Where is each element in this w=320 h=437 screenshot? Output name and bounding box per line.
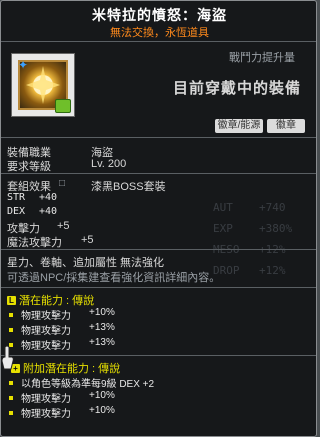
level-label: 要求等級	[7, 161, 51, 173]
bullet-icon	[9, 328, 13, 332]
bonus-potential-line-value: +10%	[89, 390, 115, 401]
potential-line-label: 物理攻擊力	[21, 311, 71, 322]
lock-icon: □	[59, 178, 66, 189]
bonus-potential-line: 物理攻擊力 +10%	[21, 405, 115, 420]
potential-line-label: 物理攻擊力	[21, 326, 71, 337]
header-divider	[1, 41, 316, 42]
potential-line-value: +13%	[89, 322, 115, 333]
stat-label: DEX	[7, 206, 26, 217]
bonus-potential-line-label: 物理攻擊力	[21, 409, 71, 420]
star-icon: ✦	[18, 58, 29, 72]
potential-line: 物理攻擊力 +10%	[21, 307, 115, 322]
background-stat-label: EXP	[213, 222, 233, 235]
attack-power-change-label: 戰鬥力提升量	[229, 52, 295, 64]
currently-equipped-title: 目前穿戴中的裝備	[172, 80, 301, 97]
potential-divider	[1, 287, 316, 288]
bullet-icon	[9, 396, 13, 400]
stat-value: +5	[57, 220, 70, 232]
stat-label: 魔法攻擊力	[7, 237, 62, 249]
info-divider	[1, 137, 316, 138]
item-tooltip: AUT +740 EXP +380% MESO +12% DROP +12% 米…	[0, 0, 317, 437]
potential-line: 物理攻擊力 +13%	[21, 322, 115, 337]
bonus-potential-title: + 附加潛在能力 : 傳說	[11, 360, 120, 376]
bonus-potential-line: 物理攻擊力 +10%	[21, 390, 115, 405]
bonus-potential-line-value: +10%	[89, 405, 115, 416]
notes-divider	[1, 249, 316, 250]
item-restriction: 無法交換，永恆道具	[110, 27, 209, 39]
item-name: 米特拉的憤怒：海盜	[92, 7, 227, 23]
enhance-info-note: 可透過NPC/採集建查看強化資訊詳細內容。	[7, 272, 221, 284]
background-stat-value: +380%	[259, 222, 293, 235]
stat-value: +40	[39, 192, 58, 203]
bonus-potential-title-text: 附加潛在能力 : 傳說	[23, 363, 121, 375]
set-effect-value: 漆黑BOSS套裝	[91, 181, 166, 193]
lock-badge-icon	[55, 99, 71, 113]
legendary-grade-icon: L	[7, 296, 16, 305]
potential-title: L 潛在能力 : 傳說	[7, 292, 94, 308]
set-divider	[1, 173, 316, 174]
potential-line: 物理攻擊力 +13%	[21, 337, 115, 352]
bullet-icon	[9, 313, 13, 317]
bonus-potential-line: 以角色等級為準每9級 DEX +2	[21, 375, 154, 390]
hand-cursor-icon	[1, 345, 14, 370]
bonus-potential-line-label: 以角色等級為準每9級 DEX +2	[21, 379, 155, 390]
bullet-icon	[9, 381, 13, 385]
bonus-potential-line-label: 物理攻擊力	[21, 394, 71, 405]
bonus-potential-divider	[1, 355, 316, 356]
potential-line-value: +10%	[89, 307, 115, 318]
background-stat-value: +12%	[259, 264, 286, 277]
enhance-note: 星力、卷軸、追加屬性 無法強化	[7, 257, 165, 269]
stat-value: +5	[81, 234, 94, 246]
badge-emblem-energy: 徽章/能源	[215, 119, 263, 133]
stat-value: +40	[39, 206, 58, 217]
level-value: Lv. 200	[91, 158, 127, 170]
potential-line-value: +13%	[89, 337, 115, 348]
bullet-icon	[9, 411, 13, 415]
potential-title-text: 潛在能力 : 傳說	[19, 295, 95, 307]
background-stat-label: AUT	[213, 201, 233, 214]
stat-label: STR	[7, 192, 26, 203]
potential-line-label: 物理攻擊力	[21, 341, 71, 352]
background-stat-value: +740	[259, 201, 286, 214]
badge-emblem: 徽章	[267, 119, 305, 133]
